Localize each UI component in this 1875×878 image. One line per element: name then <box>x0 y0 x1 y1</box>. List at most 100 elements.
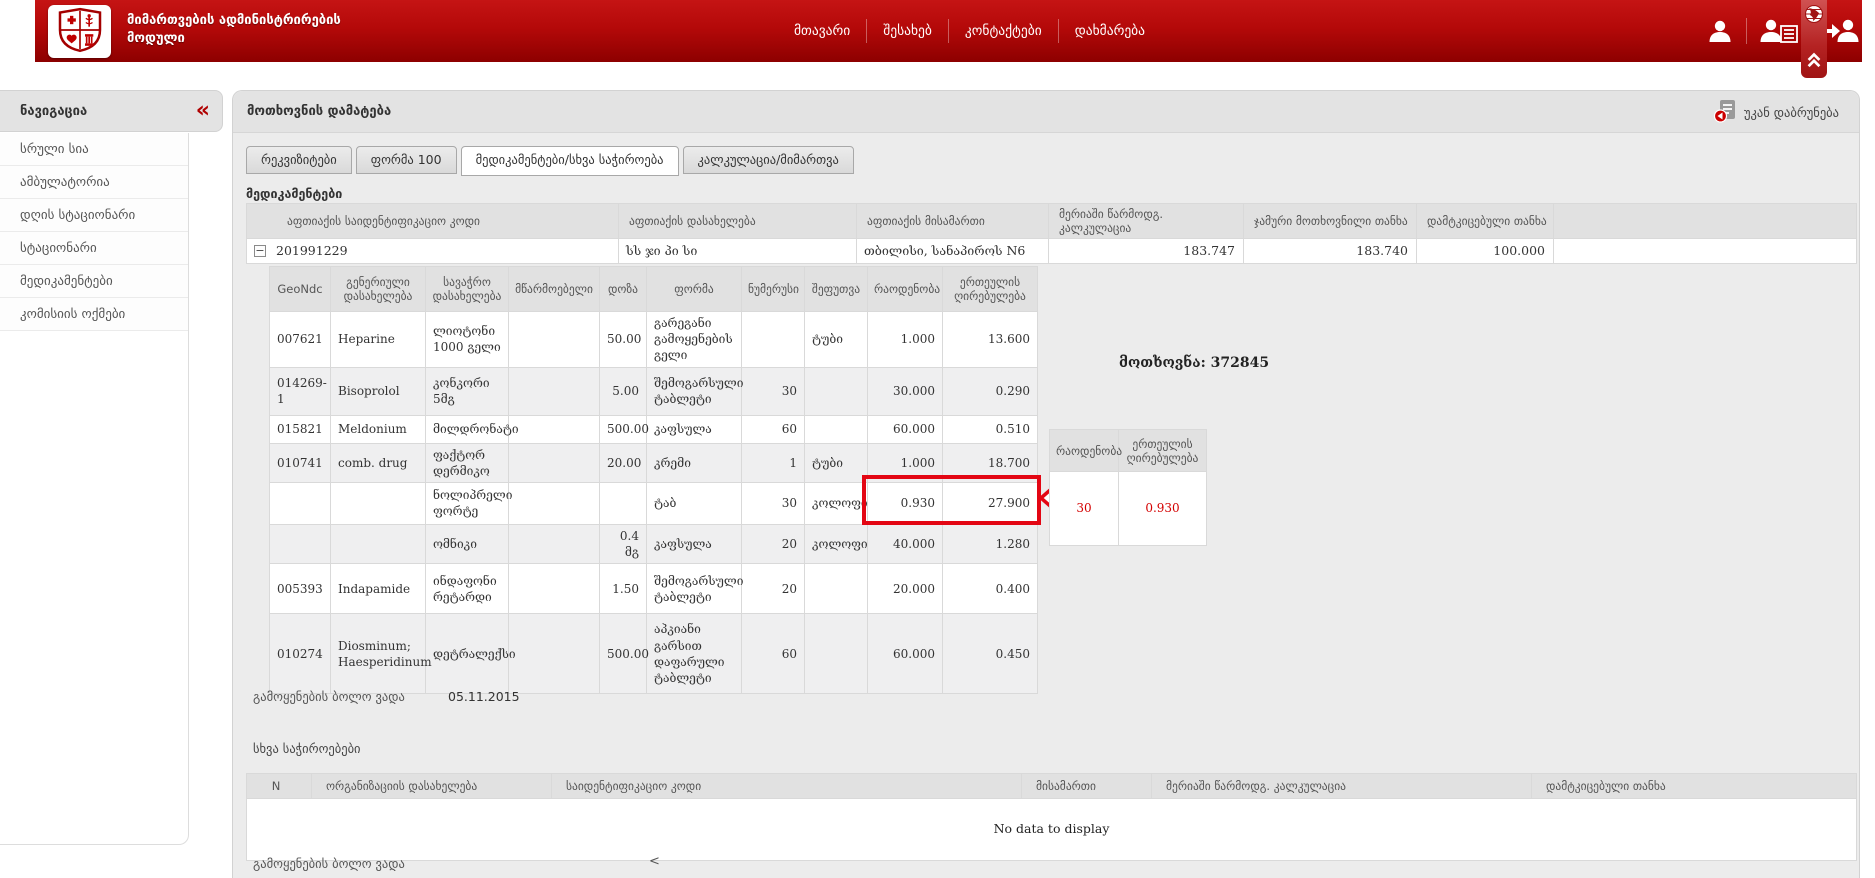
sidebar-nav: სრული სიაამბულატორიადღის სტაციონარისტაცი… <box>0 133 189 845</box>
medication-row[interactable]: 010274Diosminum; Haesperidinumდეტრალექსი… <box>270 614 1038 694</box>
tab-3[interactable]: კალკულაცია/მიმართვა <box>683 146 854 174</box>
sidebar-item-1[interactable]: ამბულატორია <box>0 166 188 199</box>
table-cell: შემოგარსული ტაბლეტი <box>647 367 742 415</box>
table-cell: 0.930 <box>868 482 943 524</box>
table-cell: 20.00 <box>600 443 647 482</box>
table-header-row: რაოდენობაერთეულის ღირებულება <box>1050 430 1207 472</box>
pharmacy-code-cell: 201991229 <box>247 239 619 264</box>
collapse-row-icon[interactable] <box>254 245 266 257</box>
table-header-row: აფთიაქის საიდენტიფიკაციო კოდიაფთიაქის და… <box>247 204 1857 239</box>
table-cell: ლიოტონი 1000 გელი <box>426 312 509 368</box>
sidebar-item-2[interactable]: დღის სტაციონარი <box>0 199 188 232</box>
medication-row[interactable]: ნოლიპრელი ფორტეტაბ30კოლოფი0.93027.900 <box>270 482 1038 524</box>
medication-row[interactable]: 005393Indapamideინდაფონი რეტარდი1.50შემო… <box>270 564 1038 614</box>
column-header: მწარმოებელი <box>509 267 600 312</box>
medication-row[interactable]: 014269-1Bisoprololკონკორი 5მგ5.00შემოგარ… <box>270 367 1038 415</box>
medication-row[interactable]: 007621Heparineლიოტონი 1000 გელი50.00გარე… <box>270 312 1038 368</box>
column-header: დამტკიცებული თანხა <box>1532 774 1857 799</box>
shield-emblem-icon <box>55 7 105 57</box>
medication-row[interactable]: ომნიკი0.4 მგკაფსულა20კოლოფი40.0001.280 <box>270 524 1038 563</box>
table-cell: 500.00 <box>600 415 647 443</box>
table-cell: 010741 <box>270 443 331 482</box>
table-cell: 30 <box>742 367 805 415</box>
table-cell: შემოგარსული ტაბლეტი <box>647 564 742 614</box>
table-cell: 40.000 <box>868 524 943 563</box>
column-header: მერიაში წარმოდგ. კალკულაცია <box>1152 774 1532 799</box>
table-cell <box>509 415 600 443</box>
header-utility-strip <box>1801 0 1827 78</box>
table-cell: 60.000 <box>868 614 943 694</box>
column-header: გენერიული დასახელება <box>331 267 426 312</box>
sidebar-item-5[interactable]: კომისიის ოქმები <box>0 298 188 331</box>
table-cell: 60 <box>742 614 805 694</box>
app-header: მიმართვების ადმინისტრირების მოდული მთავა… <box>35 0 1862 62</box>
table-cell: 60 <box>742 415 805 443</box>
user-icon[interactable] <box>1694 19 1746 43</box>
tab-1[interactable]: ფორმა 100 <box>356 146 457 174</box>
collapse-header-icon[interactable] <box>1805 50 1823 72</box>
table-cell: 1.280 <box>943 524 1038 563</box>
table-cell: ომნიკი <box>426 524 509 563</box>
column-header: საიდენტიფიკაციო კოდი <box>552 774 1022 799</box>
panel-header: მოთხოვნის დამატება უკან დაბრუნება <box>233 91 1859 133</box>
table-cell <box>600 482 647 524</box>
sidebar-item-4[interactable]: მედიკამენტები <box>0 265 188 298</box>
globe-icon[interactable] <box>1804 4 1824 28</box>
annotation-values-row: 300.930 <box>1050 472 1207 546</box>
table-cell: 014269-1 <box>270 367 331 415</box>
chevron-left-icon[interactable]: < <box>649 854 660 869</box>
header-user-icons <box>1694 0 1872 62</box>
column-header: ერთეულის ღირებულება <box>1119 430 1207 472</box>
sidebar-collapse-icon[interactable]: « <box>196 101 210 121</box>
column-header: აფთიაქის მისამართი <box>857 204 1049 239</box>
table-cell <box>509 614 600 694</box>
table-cell: Heparine <box>331 312 426 368</box>
column-header <box>1554 204 1857 239</box>
table-cell <box>331 524 426 563</box>
medication-row[interactable]: 015821Meldoniumმილდრონატი500.00კაფსულა60… <box>270 415 1038 443</box>
sidebar-item-0[interactable]: სრული სია <box>0 133 188 166</box>
column-header: აფთიაქის საიდენტიფიკაციო კოდი <box>247 204 619 239</box>
pharmacy-row[interactable]: 201991229სს ჯი პი სითბილისი, სანაპიროს N… <box>247 239 1857 264</box>
medication-row[interactable]: 010741comb. drugფაქტორ დერმიკო20.00კრემი… <box>270 443 1038 482</box>
table-cell: აპკიანი გარსით დაფარული ტაბლეტი <box>647 614 742 694</box>
medications-section-title: მედიკამენტები <box>246 186 342 201</box>
table-cell <box>509 564 600 614</box>
table-cell: სს ჯი პი სი <box>619 239 857 264</box>
nav-item-3[interactable]: დახმარება <box>1058 19 1161 43</box>
table-cell: 27.900 <box>943 482 1038 524</box>
pharmacy-table: აფთიაქის საიდენტიფიკაციო კოდიაფთიაქის და… <box>246 203 1857 264</box>
table-cell <box>331 482 426 524</box>
table-cell: Diosminum; Haesperidinum <box>331 614 426 694</box>
table-cell: 0.290 <box>943 367 1038 415</box>
screen: მიმართვების ადმინისტრირების მოდული მთავა… <box>0 0 1875 878</box>
back-button[interactable]: უკან დაბრუნება <box>1707 99 1845 125</box>
table-cell: 20.000 <box>868 564 943 614</box>
request-note-label: მოთხოვნა: <box>1119 355 1206 371</box>
table-cell <box>509 312 600 368</box>
table-cell: 100.000 <box>1417 239 1554 264</box>
app-logo[interactable] <box>48 5 111 58</box>
table-cell: 015821 <box>270 415 331 443</box>
sidebar-item-3[interactable]: სტაციონარი <box>0 232 188 265</box>
tab-2[interactable]: მედიკამენტები/სხვა საჭიროება <box>461 146 679 176</box>
nav-item-2[interactable]: კონტაქტები <box>948 19 1058 43</box>
table-cell: კოლოფი <box>805 524 868 563</box>
table-cell: ნოლიპრელი ფორტე <box>426 482 509 524</box>
table-cell: ინდაფონი რეტარდი <box>426 564 509 614</box>
table-cell: 18.700 <box>943 443 1038 482</box>
nav-item-0[interactable]: მთავარი <box>778 19 866 43</box>
empty-row: No data to display <box>247 799 1857 861</box>
app-title-line2: მოდული <box>127 30 341 48</box>
column-header: შეფუთვა <box>805 267 868 312</box>
table-cell: 183.747 <box>1049 239 1244 264</box>
expiry-label: გამოყენების ბოლო ვადა <box>253 689 405 704</box>
table-cell <box>805 367 868 415</box>
nav-item-1[interactable]: შესახებ <box>866 19 948 43</box>
annotation-calc-table: რაოდენობაერთეულის ღირებულება300.930 <box>1049 429 1207 546</box>
table-cell <box>805 564 868 614</box>
tab-0[interactable]: რეკვიზიტები <box>246 146 352 174</box>
table-cell <box>509 524 600 563</box>
back-button-label: უკან დაბრუნება <box>1744 105 1839 120</box>
table-cell <box>1554 239 1857 264</box>
